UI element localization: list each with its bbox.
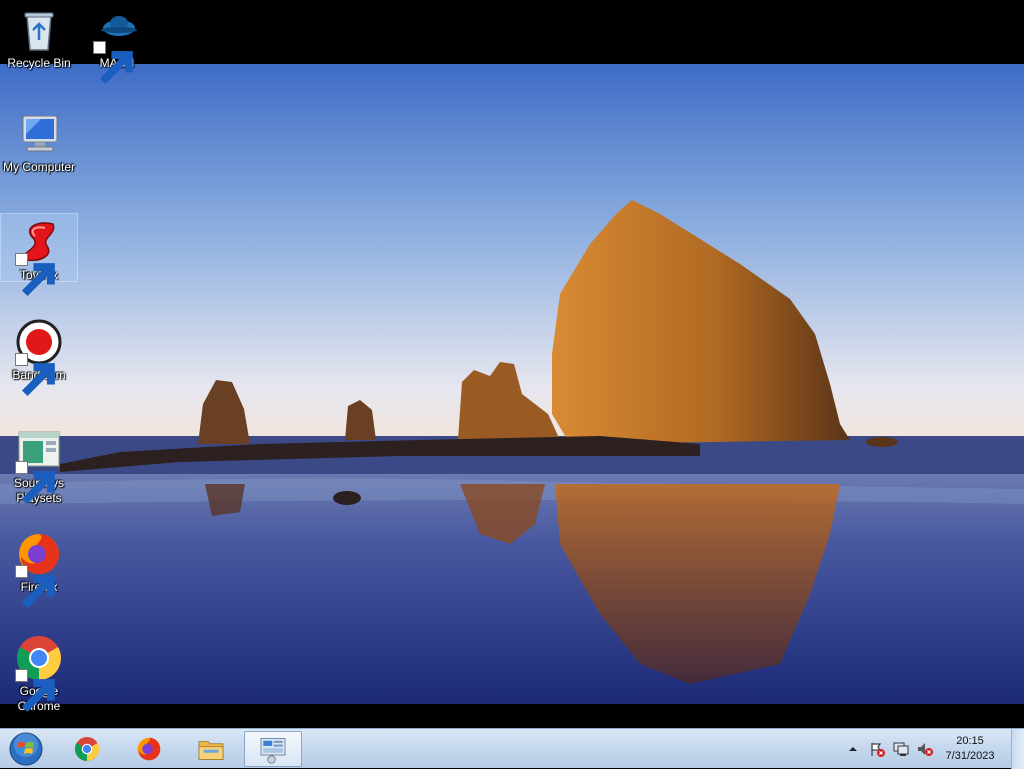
chrome-icon: [15, 634, 63, 713]
taskbar-control-panel-button[interactable]: [244, 731, 302, 767]
desktop-icon-firefox[interactable]: Firefox: [1, 526, 77, 609]
taskbar-firefox-button[interactable]: [120, 731, 178, 767]
mash-icon: [93, 6, 141, 85]
network-icon[interactable]: [893, 741, 909, 757]
desktop-icon-toybox[interactable]: Toybox: [0, 213, 78, 297]
shortcut-arrow-icon: [93, 41, 133, 85]
clock-date: 7/31/2023: [945, 750, 995, 762]
volume-muted-icon[interactable]: [917, 741, 933, 757]
desktop-icon-recycle-bin[interactable]: Recycle Bin: [1, 2, 77, 71]
taskbar: 20:15 7/31/2023: [0, 728, 1024, 769]
show-desktop-button[interactable]: [1011, 729, 1024, 769]
recycle-bin-icon: [15, 6, 63, 54]
toybox-icon: [15, 218, 63, 297]
desktop-icon-my-computer[interactable]: My Computer: [1, 106, 77, 175]
desktop-icon-label: My Computer: [2, 160, 76, 174]
shortcut-arrow-icon: [15, 353, 55, 397]
taskbar-clock[interactable]: 20:15 7/31/2023: [938, 734, 1002, 764]
chrome-icon: [74, 737, 100, 762]
clock-time: 20:15: [956, 735, 984, 747]
souptoys-icon: [15, 426, 63, 505]
shortcut-arrow-icon: [15, 253, 55, 297]
file-explorer-icon: [198, 741, 224, 760]
desktop-icon-mash[interactable]: MASH: [79, 2, 155, 85]
taskbar-file-explorer-button[interactable]: [182, 731, 240, 767]
windows-start-icon: [9, 732, 43, 766]
desktop-wallpaper: [0, 64, 1024, 704]
bandicam-icon: [15, 318, 63, 397]
firefox-icon: [15, 530, 63, 609]
desktop-icon-bandicam[interactable]: Bandicam: [1, 314, 77, 397]
shortcut-arrow-icon: [15, 669, 55, 713]
start-button[interactable]: [6, 732, 46, 766]
firefox-icon: [137, 737, 161, 761]
desktop-icon-souptoys[interactable]: Souptoys Playsets: [1, 422, 77, 506]
desktop-icon-label: Recycle Bin: [7, 56, 71, 70]
control-panel-icon: [260, 738, 286, 764]
my-computer-icon: [15, 110, 63, 158]
desktop-icon-google-chrome[interactable]: Google Chrome: [1, 630, 77, 714]
action-center-flag-icon[interactable]: [869, 741, 885, 757]
show-hidden-icons-chevron[interactable]: [845, 741, 861, 757]
shortcut-arrow-icon: [15, 461, 55, 505]
taskbar-chrome-button[interactable]: [58, 731, 116, 767]
shortcut-arrow-icon: [15, 565, 55, 609]
